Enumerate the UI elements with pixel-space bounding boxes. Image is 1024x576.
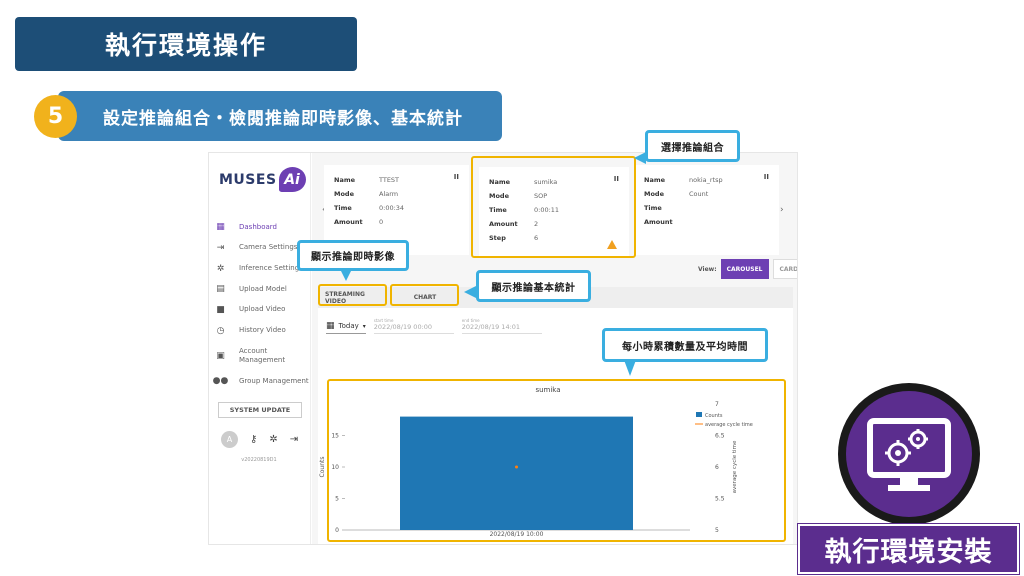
sidebar-item-label: Group Management <box>239 376 309 385</box>
logo-badge: Ai <box>278 167 306 192</box>
sidebar-item-upload-model[interactable]: ▤ Upload Model <box>209 279 311 300</box>
card-key: Time <box>644 204 662 212</box>
callout-tail <box>464 286 476 298</box>
version-text: v20220819D1 <box>241 457 277 463</box>
slide-title: 執行環境操作 <box>15 17 357 71</box>
card-value: Count <box>689 190 709 198</box>
carousel-view-button[interactable]: CAROUSEL <box>720 259 769 279</box>
sidebar-item-upload-video[interactable]: ■ Upload Video <box>209 300 311 321</box>
settings-icon[interactable]: ✲ <box>269 434 277 445</box>
avatar[interactable]: A <box>221 431 238 448</box>
view-toggle: View: CAROUSEL CARD <box>698 259 797 279</box>
card-key: Amount <box>644 218 673 226</box>
card-value: 0 <box>379 218 384 226</box>
history-icon: ◷ <box>216 325 225 336</box>
pause-icon[interactable]: II <box>764 173 769 181</box>
card-value: 0:00:34 <box>379 204 405 212</box>
card-key: Mode <box>644 190 664 198</box>
sidebar-item-camera-settings[interactable]: ⇥ Camera Settings <box>209 238 311 259</box>
callout-streaming: 顯示推論即時影像 <box>297 240 409 271</box>
highlight-selected-card <box>471 156 636 258</box>
step-number-badge: 5 <box>34 95 77 138</box>
card-value: nokia_rtsp <box>689 176 723 184</box>
callout-hourly: 每小時累積數量及平均時間 <box>602 328 768 362</box>
card-key: Amount <box>334 218 363 226</box>
sidebar-nav: ▦ Dashboard ⇥ Camera Settings ✲ Inferenc… <box>209 217 311 392</box>
account-icon: ▣ <box>216 351 225 362</box>
video-icon: ■ <box>216 305 225 316</box>
document-icon: ▤ <box>216 284 225 295</box>
card-key: Name <box>644 176 666 184</box>
sidebar-item-label: Inference Settings <box>239 264 303 272</box>
pause-icon[interactable]: II <box>454 173 459 181</box>
app-logo: MUSES Ai <box>219 167 306 192</box>
callout-tail <box>634 152 646 164</box>
highlight-chart-tab <box>390 284 459 306</box>
install-badge <box>838 383 980 525</box>
sidebar-item-history-video[interactable]: ◷ History Video <box>209 320 311 341</box>
card-key: Time <box>334 204 352 212</box>
highlight-chart <box>327 379 786 542</box>
sidebar-item-dashboard[interactable]: ▦ Dashboard <box>209 217 311 238</box>
install-label: 執行環境安裝 <box>797 523 1020 575</box>
sidebar: MUSES Ai ▦ Dashboard ⇥ Camera Settings ✲… <box>209 153 311 544</box>
dashboard-icon: ▦ <box>216 222 225 233</box>
card-value: TTEST <box>379 176 400 184</box>
sidebar-item-label: Account Management <box>239 346 286 365</box>
key-icon[interactable]: ⚷ <box>250 434 257 445</box>
chevron-right-icon[interactable]: › <box>780 205 784 215</box>
card-view-button[interactable]: CARD <box>772 259 797 279</box>
step-description: 設定推論組合・檢閱推論即時影像、基本統計 <box>58 91 502 141</box>
system-update-button[interactable]: SYSTEM UPDATE <box>218 402 302 418</box>
sidebar-item-label: History Video <box>239 326 286 335</box>
monitor-gears-icon <box>867 418 951 491</box>
group-icon: ●● <box>212 376 229 387</box>
sidebar-item-label: Camera Settings <box>239 243 298 252</box>
sidebar-item-label: Dashboard <box>239 222 277 231</box>
view-label: View: <box>698 265 717 273</box>
y-axis-label: Counts <box>319 457 326 478</box>
logout-icon[interactable]: ⇥ <box>290 434 298 445</box>
sidebar-item-account-management[interactable]: ▣ Account Management <box>209 341 311 371</box>
badge-inner <box>846 391 972 517</box>
logo-text: MUSES <box>219 171 277 188</box>
card-value: Alarm <box>379 190 399 198</box>
sidebar-item-inference-settings[interactable]: ✲ Inference Settings <box>209 258 311 279</box>
camera-settings-icon: ⇥ <box>216 243 225 254</box>
inference-card[interactable]: Name nokia_rtsp Mode Count Time Amount II <box>634 165 779 255</box>
sidebar-item-label: Upload Video <box>239 305 286 314</box>
card-key: Mode <box>334 190 354 198</box>
sidebar-item-group-management[interactable]: ●● Group Management <box>209 371 311 392</box>
user-toolbar: A ⚷ ✲ ⇥ <box>221 431 298 448</box>
slide: 執行環境操作 設定推論組合・檢閱推論即時影像、基本統計 5 MUSES Ai ▦… <box>0 0 1024 576</box>
card-key: Name <box>334 176 356 184</box>
callout-stats: 顯示推論基本統計 <box>476 270 591 302</box>
callout-tail <box>624 360 636 376</box>
callout-tail <box>340 269 352 281</box>
gear-icon: ✲ <box>216 263 225 274</box>
highlight-streaming-tab <box>318 284 387 306</box>
callout-select-combo: 選擇推論組合 <box>645 130 740 162</box>
sidebar-item-label: Upload Model <box>239 284 287 293</box>
